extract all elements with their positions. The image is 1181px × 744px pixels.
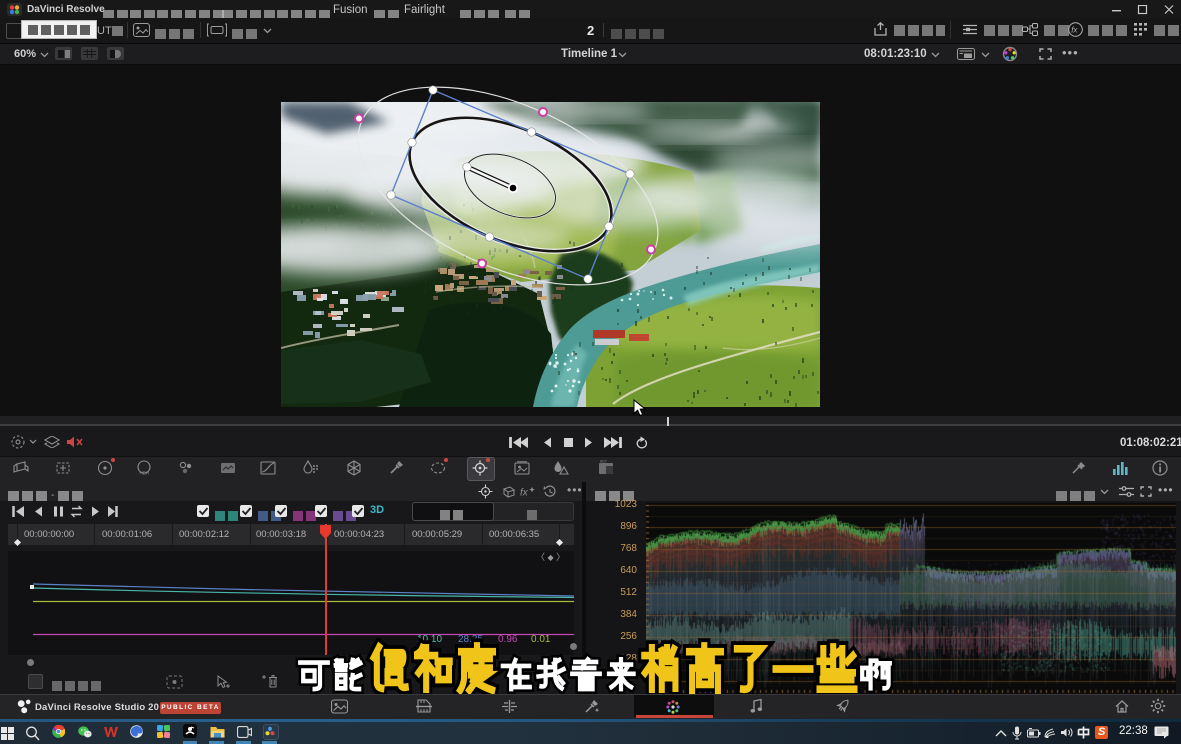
svg-text:HDR: HDR: [140, 471, 150, 476]
svg-text:fx: fx: [520, 488, 529, 499]
svg-text:fx: fx: [1071, 26, 1078, 35]
svg-text:KEY: KEY: [600, 460, 608, 464]
